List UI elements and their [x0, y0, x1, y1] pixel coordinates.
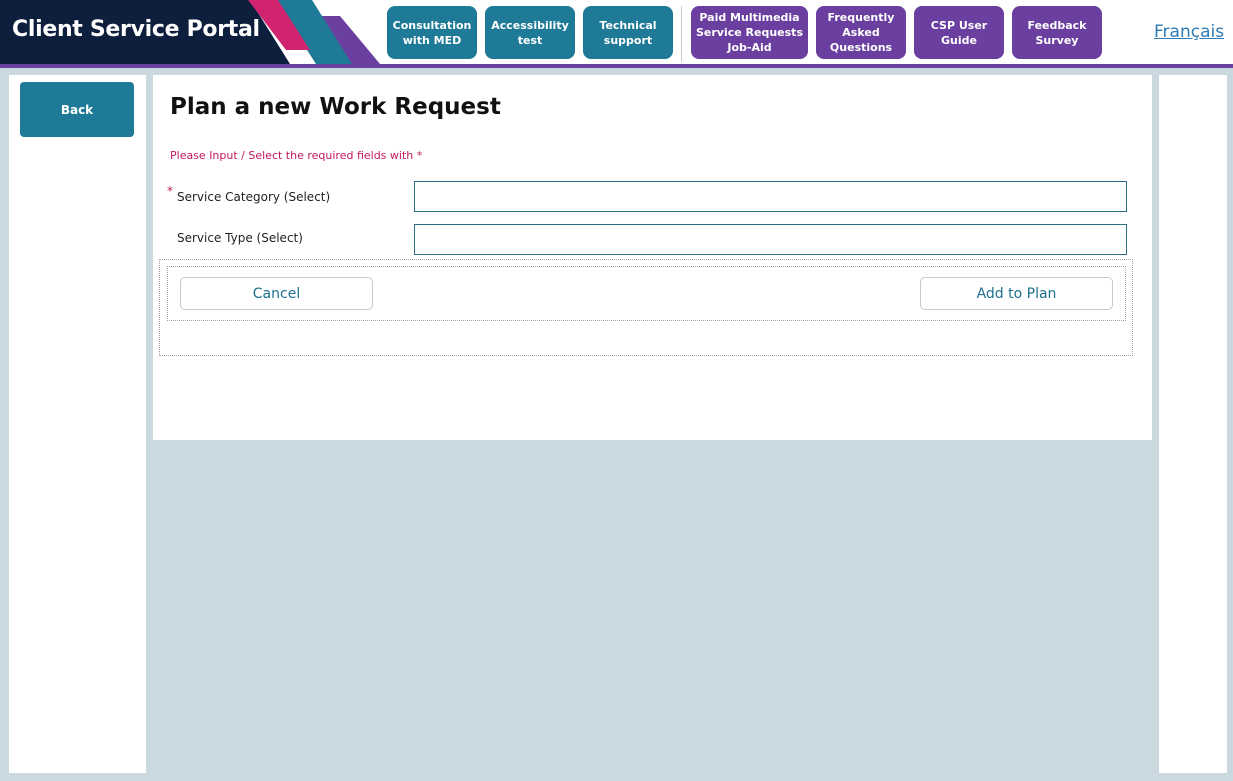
brand-banner: Client Service Portal	[0, 0, 380, 64]
accessibility-test-button[interactable]: Accessibility test	[485, 6, 575, 59]
faq-button[interactable]: Frequently Asked Questions	[816, 6, 906, 59]
top-header: Client Service Portal Consultation with …	[0, 0, 1233, 64]
right-sidebar	[1159, 75, 1227, 773]
page-title: Plan a new Work Request	[170, 94, 501, 120]
nav-divider	[681, 6, 682, 62]
portal-title: Client Service Portal	[12, 17, 260, 42]
service-category-select[interactable]	[414, 181, 1127, 212]
required-marker: *	[167, 184, 173, 198]
required-fields-note: Please Input / Select the required field…	[170, 149, 423, 162]
technical-support-button[interactable]: Technical support	[583, 6, 673, 59]
consultation-med-button[interactable]: Consultation with MED	[387, 6, 477, 59]
left-sidebar	[9, 75, 146, 773]
cancel-button[interactable]: Cancel	[180, 277, 373, 310]
csp-user-guide-button[interactable]: CSP User Guide	[914, 6, 1004, 59]
service-category-label: Service Category (Select)	[177, 190, 331, 204]
back-button[interactable]: Back	[20, 82, 134, 137]
service-type-select[interactable]	[414, 224, 1127, 255]
paid-multimedia-job-aid-button[interactable]: Paid Multimedia Service Requests Job-Aid	[691, 6, 808, 59]
work-request-form-card	[153, 75, 1152, 440]
language-toggle-link[interactable]: Français	[1154, 22, 1224, 42]
header-accent-line	[0, 64, 1233, 68]
add-to-plan-button[interactable]: Add to Plan	[920, 277, 1113, 310]
service-type-label: Service Type (Select)	[177, 231, 303, 245]
feedback-survey-button[interactable]: Feedback Survey	[1012, 6, 1102, 59]
